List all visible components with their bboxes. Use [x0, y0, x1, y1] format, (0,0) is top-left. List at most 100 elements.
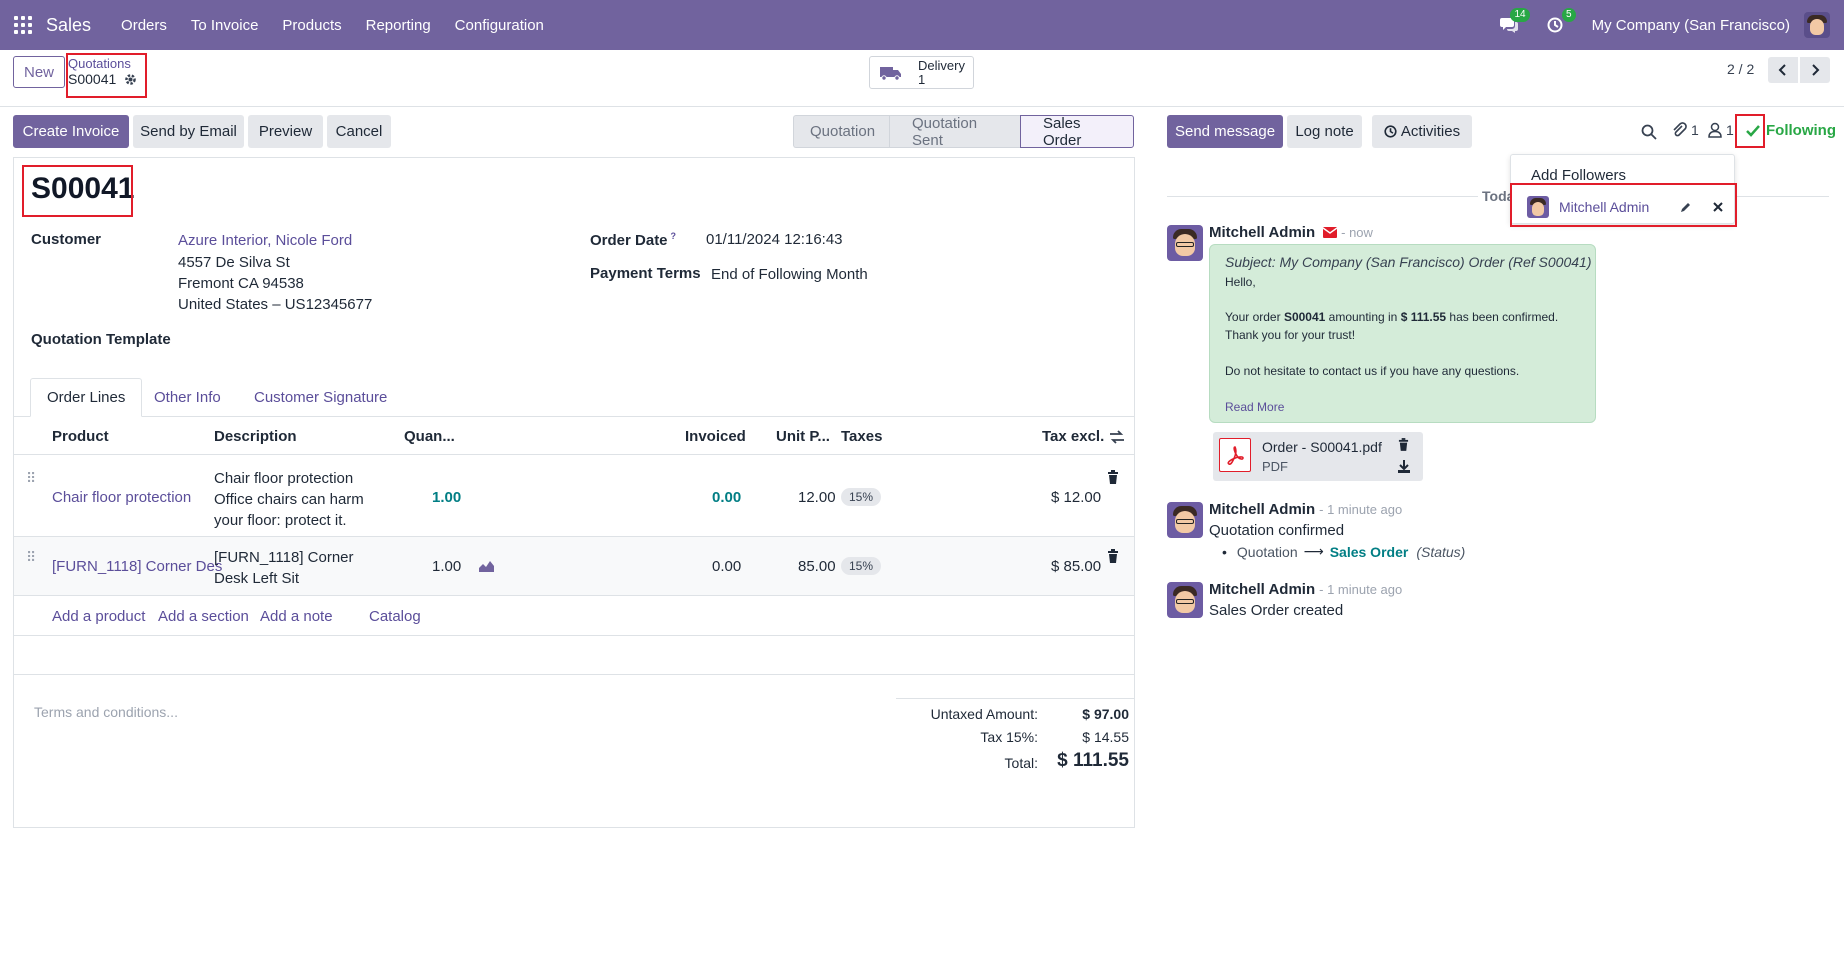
order-date-value[interactable]: 01/11/2024 12:16:43: [706, 231, 843, 248]
pager-next-button[interactable]: [1800, 57, 1830, 83]
activities-button[interactable]: 5: [1542, 8, 1576, 38]
forecast-chart-icon[interactable]: [479, 560, 494, 572]
user-avatar[interactable]: [1804, 12, 1830, 38]
line-tax[interactable]: 15%: [841, 488, 882, 506]
column-product[interactable]: Product: [52, 428, 109, 445]
attachment-type: PDF: [1262, 459, 1288, 474]
message-time: - now: [1341, 225, 1373, 240]
message-author[interactable]: Mitchell Admin: [1209, 501, 1315, 518]
email-subject: Subject: My Company (San Francisco) Orde…: [1225, 254, 1592, 270]
status-stage-sales-order[interactable]: Sales Order: [1020, 115, 1134, 149]
new-button[interactable]: New: [13, 56, 65, 88]
terms-and-conditions-input[interactable]: Terms and conditions...: [34, 704, 178, 720]
author-avatar[interactable]: [1167, 502, 1203, 538]
apps-menu-icon[interactable]: [14, 16, 32, 34]
column-quantity[interactable]: Quan...: [404, 428, 455, 445]
create-invoice-button[interactable]: Create Invoice: [13, 115, 129, 148]
highlight-breadcrumb: [66, 53, 147, 98]
check-icon: [1746, 124, 1760, 137]
company-switcher[interactable]: My Company (San Francisco): [1592, 17, 1790, 34]
menu-orders[interactable]: Orders: [121, 17, 167, 34]
line-description[interactable]: [FURN_1118] Corner Desk Left Sit: [214, 547, 354, 589]
form-tabs: Order Lines Other Info Customer Signatur…: [14, 378, 1134, 417]
delete-attachment-icon[interactable]: [1398, 438, 1409, 451]
row-divider: [14, 595, 1134, 596]
paperclip-icon: [1673, 122, 1687, 137]
log-note-button[interactable]: Log note: [1287, 115, 1362, 148]
line-tax[interactable]: 15%: [841, 557, 882, 575]
menu-products[interactable]: Products: [282, 17, 341, 34]
tab-customer-signature[interactable]: Customer Signature: [254, 378, 387, 417]
followers-button[interactable]: 1: [1708, 122, 1734, 138]
status-bar: Quotation Quotation Sent Sales Order: [793, 115, 1134, 149]
payment-terms-value[interactable]: End of Following Month: [711, 266, 868, 283]
total-value: $ 111.55: [1057, 750, 1129, 771]
drag-handle-icon[interactable]: ⠿: [26, 549, 36, 566]
line-unit-price[interactable]: 85.00: [798, 558, 836, 575]
pager-value[interactable]: 2 / 2: [1727, 61, 1754, 77]
customer-address-line-2: Fremont CA 94538: [178, 275, 304, 292]
column-unit-price[interactable]: Unit P...: [776, 428, 830, 445]
attachment-name[interactable]: Order - S00041.pdf: [1262, 439, 1382, 455]
untaxed-amount-label: Untaxed Amount:: [930, 706, 1038, 722]
line-subtotal: $ 85.00: [1051, 558, 1102, 575]
row-divider: [14, 674, 1134, 675]
message-header: Mitchell Admin - 1 minute ago: [1209, 501, 1402, 518]
optional-columns-icon[interactable]: [1109, 430, 1125, 444]
message-author[interactable]: Mitchell Admin: [1209, 224, 1315, 241]
column-taxes[interactable]: Taxes: [841, 428, 882, 445]
add-note-link[interactable]: Add a note: [260, 608, 333, 625]
control-panel-divider: [0, 106, 1844, 107]
add-product-link[interactable]: Add a product: [52, 608, 145, 625]
author-avatar[interactable]: [1167, 225, 1203, 261]
send-by-email-button[interactable]: Send by Email: [133, 115, 244, 148]
app-brand[interactable]: Sales: [46, 15, 91, 36]
add-followers-item[interactable]: Add Followers: [1531, 167, 1626, 184]
cancel-button[interactable]: Cancel: [327, 115, 391, 148]
quotation-template-label: Quotation Template: [31, 331, 171, 348]
tax-label: Tax 15%:: [980, 729, 1038, 745]
pager-previous-button[interactable]: [1768, 57, 1798, 83]
line-product[interactable]: [FURN_1118] Corner Des: [52, 558, 222, 575]
line-unit-price[interactable]: 12.00: [798, 489, 836, 506]
status-stage-quotation[interactable]: Quotation: [793, 115, 889, 148]
bullet: •: [1222, 543, 1227, 560]
send-message-button[interactable]: Send message: [1167, 115, 1283, 148]
customer-link[interactable]: Azure Interior, Nicole Ford: [178, 232, 352, 249]
author-avatar[interactable]: [1167, 582, 1203, 618]
search-icon[interactable]: [1641, 124, 1657, 140]
read-more-link[interactable]: Read More: [1225, 400, 1284, 414]
status-stage-quotation-sent[interactable]: Quotation Sent: [889, 115, 1020, 149]
line-description[interactable]: Chair floor protection Office chairs can…: [214, 468, 364, 531]
menu-to-invoice[interactable]: To Invoice: [191, 17, 259, 34]
pager-controls: [1768, 57, 1830, 83]
message-author[interactable]: Mitchell Admin: [1209, 581, 1315, 598]
delete-line-icon[interactable]: [1107, 549, 1119, 563]
column-invoiced[interactable]: Invoiced: [685, 428, 746, 445]
tab-other-info[interactable]: Other Info: [154, 378, 221, 417]
menu-configuration[interactable]: Configuration: [455, 17, 544, 34]
line-quantity[interactable]: 1.00: [432, 558, 461, 575]
email-order-line: Your order S00041 amounting in $ 111.55 …: [1225, 310, 1559, 324]
download-icon[interactable]: [1398, 460, 1410, 473]
messaging-button[interactable]: 14: [1496, 8, 1530, 38]
tab-order-lines[interactable]: Order Lines: [30, 378, 143, 417]
menu-reporting[interactable]: Reporting: [366, 17, 431, 34]
preview-button[interactable]: Preview: [248, 115, 323, 148]
attachments-button[interactable]: 1: [1671, 122, 1699, 138]
following-toggle[interactable]: Following: [1746, 122, 1836, 139]
message-time: - 1 minute ago: [1319, 502, 1403, 517]
catalog-link[interactable]: Catalog: [369, 608, 421, 625]
line-product[interactable]: Chair floor protection: [52, 489, 191, 506]
activities-button[interactable]: Activities: [1372, 115, 1472, 148]
attachment-card[interactable]: Order - S00041.pdf PDF: [1213, 432, 1423, 481]
delete-line-icon[interactable]: [1107, 470, 1119, 484]
column-description[interactable]: Description: [214, 428, 297, 445]
drag-handle-icon[interactable]: ⠿: [26, 470, 36, 487]
order-date-help[interactable]: ?: [671, 231, 677, 241]
column-tax-excl[interactable]: Tax excl.: [1042, 428, 1104, 445]
line-quantity[interactable]: 1.00: [432, 489, 461, 506]
add-section-link[interactable]: Add a section: [158, 608, 249, 625]
delivery-smart-button[interactable]: Delivery 1: [869, 56, 974, 89]
truck-icon: [880, 66, 901, 81]
